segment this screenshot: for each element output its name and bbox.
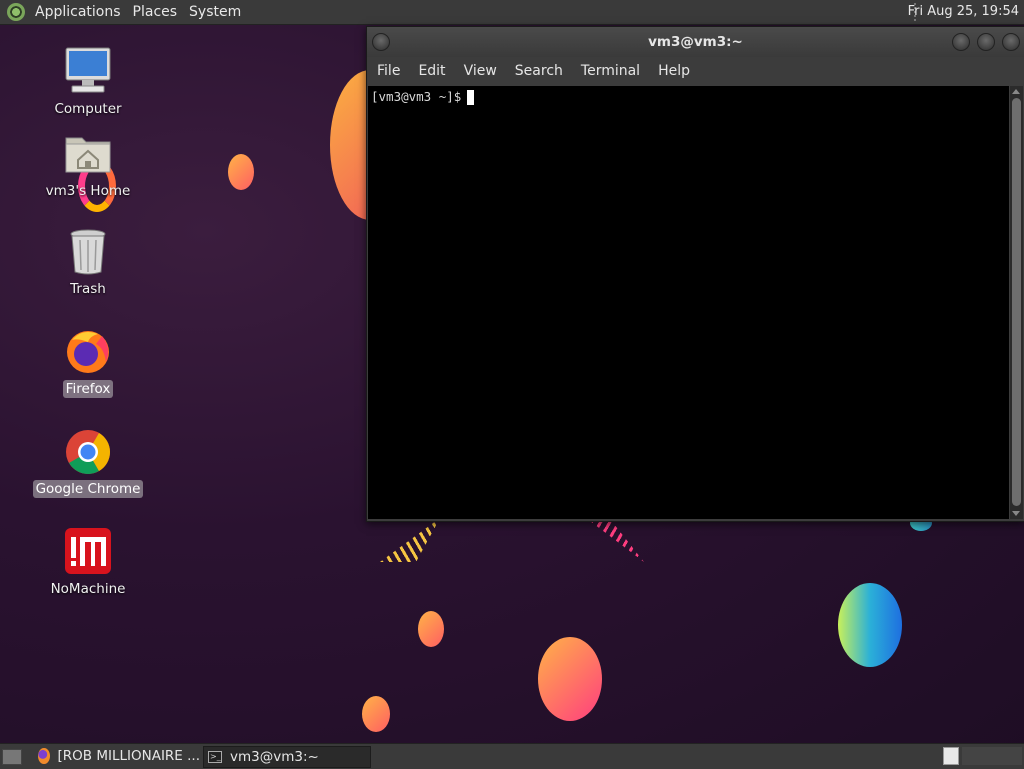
- wallpaper-stripes: [586, 518, 644, 562]
- desktop-icon-label: Computer: [54, 101, 122, 117]
- close-button[interactable]: [1002, 33, 1020, 51]
- wallpaper-orb: [538, 637, 602, 721]
- desktop-icon-label: Trash: [70, 281, 106, 297]
- menu-file[interactable]: File: [370, 57, 407, 85]
- firefox-icon: [38, 748, 50, 764]
- window-title: vm3@vm3:~: [648, 34, 743, 50]
- terminal-prompt: [vm3@vm3 ~]$: [371, 89, 475, 105]
- workspace-1-button[interactable]: [943, 747, 959, 765]
- desktop-icon-computer[interactable]: Computer: [28, 46, 148, 118]
- top-panel: Applications Places System Fri Aug 25, 1…: [0, 0, 1024, 25]
- menu-places[interactable]: Places: [127, 0, 184, 24]
- scroll-down-arrow-icon[interactable]: [1012, 511, 1020, 516]
- terminal-menubar: File Edit View Search Terminal Help: [367, 57, 1024, 85]
- home-folder-icon: [62, 128, 114, 180]
- desktop-icon-label: Firefox: [62, 380, 114, 398]
- show-desktop-icon[interactable]: [2, 749, 22, 765]
- wallpaper-stripes: [380, 518, 440, 562]
- firefox-icon: [62, 326, 114, 378]
- text-cursor: [467, 90, 475, 105]
- scroll-up-arrow-icon[interactable]: [1012, 89, 1020, 94]
- taskbar-item-label: [ROB MILLIONAIRE ...: [57, 748, 201, 764]
- workspace-2-button[interactable]: [962, 747, 1022, 765]
- desktop-icon-home[interactable]: vm3's Home: [28, 128, 148, 200]
- bottom-panel: [ROB MILLIONAIRE ... >_ vm3@vm3:~: [0, 743, 1024, 769]
- minimize-button[interactable]: [952, 33, 970, 51]
- clock[interactable]: Fri Aug 25, 19:54: [908, 0, 1019, 24]
- prompt-text: [vm3@vm3 ~]$: [371, 89, 462, 104]
- taskbar-item-label: vm3@vm3:~: [230, 749, 319, 765]
- desktop-icon-trash[interactable]: Trash: [28, 226, 148, 298]
- menu-edit[interactable]: Edit: [411, 57, 452, 85]
- menu-help[interactable]: Help: [651, 57, 697, 85]
- trash-icon: [62, 226, 114, 278]
- taskbar-item-firefox[interactable]: [ROB MILLIONAIRE ...: [34, 746, 204, 766]
- desktop-icon-firefox[interactable]: Firefox: [28, 326, 148, 398]
- terminal-icon: >_: [208, 751, 222, 763]
- menu-applications[interactable]: Applications: [29, 0, 127, 24]
- scroll-thumb[interactable]: [1012, 98, 1021, 506]
- wallpaper-orb: [362, 696, 390, 732]
- menu-terminal[interactable]: Terminal: [574, 57, 647, 85]
- terminal-output[interactable]: [vm3@vm3 ~]$: [368, 86, 1009, 519]
- maximize-button[interactable]: [977, 33, 995, 51]
- terminal-window[interactable]: vm3@vm3:~ File Edit View Search Terminal…: [366, 26, 1024, 522]
- menu-search[interactable]: Search: [508, 57, 570, 85]
- desktop-icon-label: vm3's Home: [45, 183, 131, 199]
- nomachine-icon: [62, 526, 114, 578]
- desktop-icon-label: NoMachine: [50, 581, 126, 597]
- distro-logo-icon[interactable]: [7, 3, 25, 21]
- computer-icon: [62, 46, 114, 98]
- window-titlebar[interactable]: vm3@vm3:~: [367, 27, 1024, 57]
- taskbar-item-terminal[interactable]: >_ vm3@vm3:~: [203, 746, 371, 768]
- wallpaper-orb: [418, 611, 444, 647]
- desktop-icon-chrome[interactable]: Google Chrome: [28, 426, 148, 498]
- chrome-icon: [62, 426, 114, 478]
- wallpaper-orb: [838, 583, 902, 667]
- menu-system[interactable]: System: [183, 0, 247, 24]
- desktop-icon-label: Google Chrome: [32, 480, 144, 498]
- terminal-scrollbar[interactable]: [1010, 86, 1023, 519]
- desktop-icon-nomachine[interactable]: NoMachine: [28, 526, 148, 598]
- wallpaper-orb: [228, 154, 254, 190]
- menu-view[interactable]: View: [457, 57, 504, 85]
